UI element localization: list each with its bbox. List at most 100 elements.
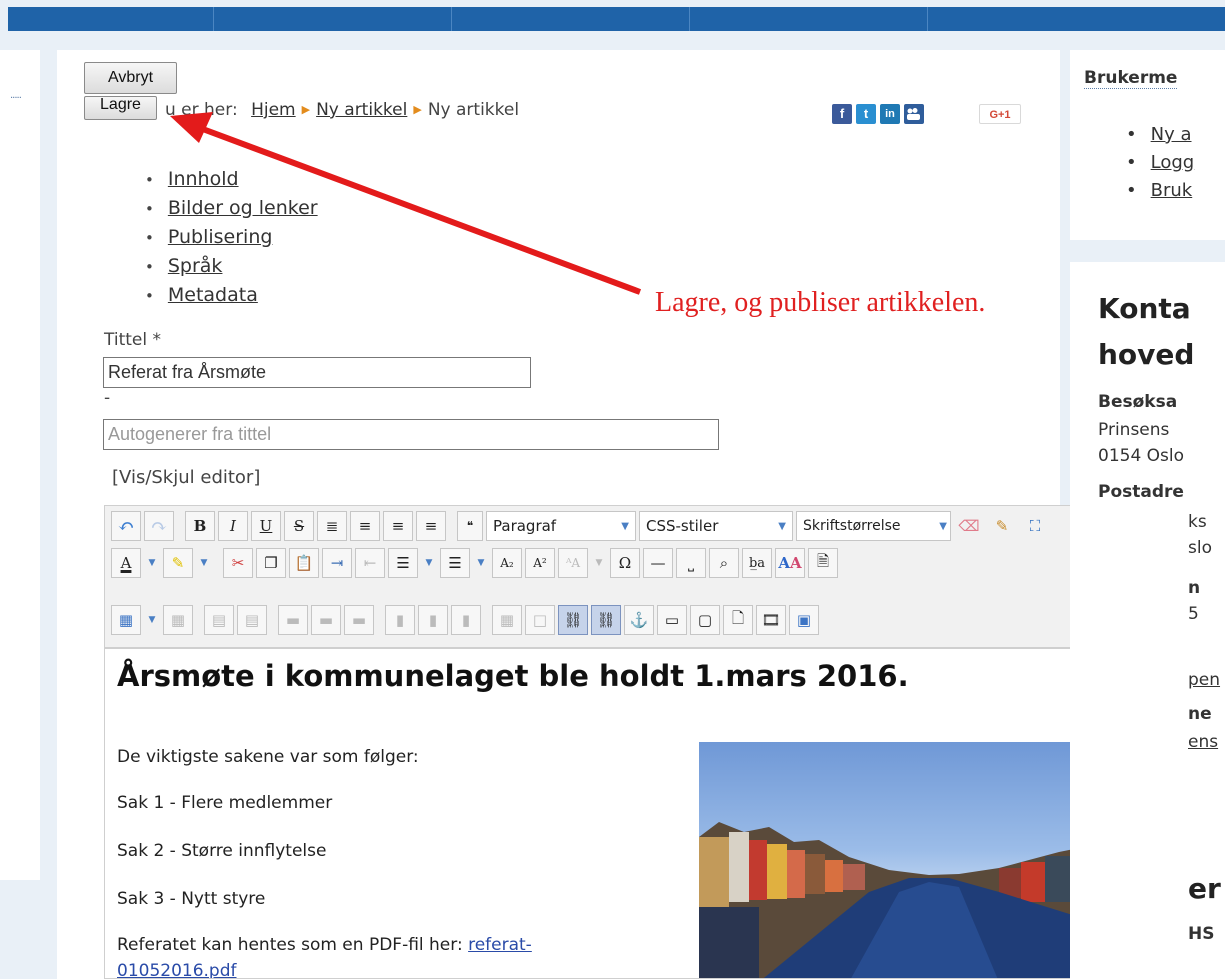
chevron-down-icon[interactable]: ▼ <box>144 548 160 578</box>
italic-icon[interactable]: I <box>218 511 248 541</box>
col-after-icon[interactable]: ▮ <box>418 605 448 635</box>
redo-icon[interactable]: ↷ <box>144 511 174 541</box>
align-center-icon[interactable]: ≡ <box>350 511 380 541</box>
align-justify-icon[interactable]: ≣ <box>317 511 347 541</box>
breadcrumb-home-link[interactable]: Hjem <box>251 100 296 120</box>
nonbreaking-space-icon[interactable]: ⎵ <box>676 548 706 578</box>
blockquote-icon[interactable]: ❝ <box>457 511 483 541</box>
file-icon[interactable]: 🗋 <box>723 605 753 635</box>
myspace-icon[interactable] <box>904 104 924 124</box>
fullscreen-icon[interactable]: ⛶ <box>1020 511 1050 541</box>
spellcheck-icon[interactable]: AA <box>775 548 805 578</box>
underline-icon[interactable]: U <box>251 511 281 541</box>
google-plus-one-button[interactable]: G+1 <box>979 104 1021 124</box>
css-style-select[interactable]: CSS-stiler ▼ <box>639 511 793 541</box>
twitter-icon[interactable]: t <box>856 104 876 124</box>
ordered-list-icon[interactable]: ☰ <box>388 548 418 578</box>
replace-icon[interactable]: b̲a <box>742 548 772 578</box>
contact-panel: Konta hoved Besøksa Prinsens 0154 Oslo P… <box>1070 262 1225 979</box>
delete-col-icon[interactable]: ▮ <box>451 605 481 635</box>
link-icon[interactable]: ⛓ <box>591 605 621 635</box>
editor-intro: De viktigste sakene var som følger: <box>117 747 419 767</box>
visit-address-line1: Prinsens <box>1098 420 1170 440</box>
subscript-icon[interactable]: A₂ <box>492 548 522 578</box>
template-icon[interactable]: 🗎 <box>808 548 838 578</box>
align-left-icon[interactable]: ≡ <box>383 511 413 541</box>
unlink-icon[interactable]: ⛓ <box>558 605 588 635</box>
superscript-icon[interactable]: A² <box>525 548 555 578</box>
chevron-down-icon[interactable]: ▼ <box>196 548 212 578</box>
save-button[interactable]: Lagre <box>84 96 157 120</box>
row-before-icon[interactable]: ▬ <box>278 605 308 635</box>
indent-icon[interactable]: ⇥ <box>322 548 352 578</box>
title-input[interactable]: Referat fra Årsmøte <box>103 357 531 388</box>
table-cell-props-icon[interactable]: ▤ <box>237 605 267 635</box>
alias-input[interactable]: Autogenerer fra tittel <box>103 419 719 450</box>
pdf-link[interactable]: referat- <box>468 935 532 955</box>
image-icon[interactable]: ▣ <box>789 605 819 635</box>
contact-fragment: ne <box>1188 704 1212 724</box>
breadcrumb-level1-link[interactable]: Ny artikkel <box>316 100 407 120</box>
linkedin-icon[interactable]: in <box>880 104 900 124</box>
eraser-icon[interactable]: ⌫ <box>954 511 984 541</box>
align-right-icon[interactable]: ≡ <box>416 511 446 541</box>
tab-publisering: Publisering <box>145 223 318 252</box>
iframe-icon[interactable]: ▢ <box>690 605 720 635</box>
contact-title-line2: hoved <box>1098 338 1195 371</box>
cut-icon[interactable]: ✂ <box>223 548 253 578</box>
case-icon[interactable]: ᴬA <box>558 548 588 578</box>
chevron-down-icon[interactable]: ▼ <box>421 548 437 578</box>
contact-title-line1: Konta <box>1098 292 1191 325</box>
bold-icon[interactable]: B <box>185 511 215 541</box>
chevron-down-icon[interactable]: ▼ <box>591 548 607 578</box>
delete-row-icon[interactable]: ▬ <box>344 605 374 635</box>
tab-publisering-link[interactable]: Publisering <box>168 226 273 248</box>
contact-link-fragment[interactable]: pen <box>1188 670 1220 690</box>
paste-icon[interactable]: 📋 <box>289 548 319 578</box>
tab-innhold-link[interactable]: Innhold <box>168 168 239 190</box>
facebook-icon[interactable]: f <box>832 104 852 124</box>
cancel-button[interactable]: Avbryt <box>84 62 177 94</box>
pdf-link-continued[interactable]: 01052016.pdf <box>117 961 237 978</box>
user-menu-link[interactable]: • Bruk <box>1126 180 1192 201</box>
contact-link-fragment[interactable]: ens <box>1188 732 1218 752</box>
merge-cells-icon[interactable]: ▦ <box>492 605 522 635</box>
font-size-select[interactable]: Skriftstørrelse ▼ <box>796 511 951 541</box>
layer-icon[interactable]: ▭ <box>657 605 687 635</box>
tab-sprak-link[interactable]: Språk <box>168 255 223 277</box>
row-after-icon[interactable]: ▬ <box>311 605 341 635</box>
user-menu-link[interactable]: • Logg <box>1126 152 1194 173</box>
breadcrumb-prefix: u er her: <box>165 100 238 120</box>
text-color-icon[interactable]: A <box>111 548 141 578</box>
article-photo-canal[interactable] <box>699 742 1127 978</box>
format-select[interactable]: Paragraf ▼ <box>486 511 636 541</box>
toggle-editor-link[interactable]: [Vis/Skjul editor] <box>112 467 260 488</box>
find-binoculars-icon[interactable]: ⌕ <box>709 548 739 578</box>
css-select-value: CSS-stiler <box>646 517 719 535</box>
table-delete-icon[interactable]: ▦ <box>163 605 193 635</box>
outdent-icon[interactable]: ⇤ <box>355 548 385 578</box>
undo-icon[interactable]: ↶ <box>111 511 141 541</box>
chevron-down-icon[interactable]: ▼ <box>473 548 489 578</box>
media-icon[interactable]: 🎞 <box>756 605 786 635</box>
highlight-color-icon[interactable]: ✎ <box>163 548 193 578</box>
unordered-list-icon[interactable]: ☰ <box>440 548 470 578</box>
split-cells-icon[interactable]: □ <box>525 605 555 635</box>
table-row-props-icon[interactable]: ▤ <box>204 605 234 635</box>
horizontal-rule-icon[interactable]: — <box>643 548 673 578</box>
anchor-icon[interactable]: ⚓ <box>624 605 654 635</box>
special-char-icon[interactable]: Ω <box>610 548 640 578</box>
col-before-icon[interactable]: ▮ <box>385 605 415 635</box>
tab-bilder-link[interactable]: Bilder og lenker <box>168 197 318 219</box>
editor-content-area[interactable]: Årsmøte i kommunelaget ble holdt 1.mars … <box>104 648 1156 979</box>
strikethrough-icon[interactable]: S <box>284 511 314 541</box>
breadcrumb-arrow-icon: ▶ <box>413 103 422 116</box>
table-insert-icon[interactable]: ▦ <box>111 605 141 635</box>
cleanup-brush-icon[interactable]: ✎ <box>987 511 1017 541</box>
tab-metadata-link[interactable]: Metadata <box>168 284 258 306</box>
copy-icon[interactable]: ❐ <box>256 548 286 578</box>
user-menu-link[interactable]: • Ny a <box>1126 124 1192 145</box>
annotation-text: Lagre, og publiser artikkelen. <box>655 287 986 318</box>
chevron-down-icon[interactable]: ▼ <box>144 605 160 635</box>
contact-fragment: 5 <box>1188 604 1199 624</box>
